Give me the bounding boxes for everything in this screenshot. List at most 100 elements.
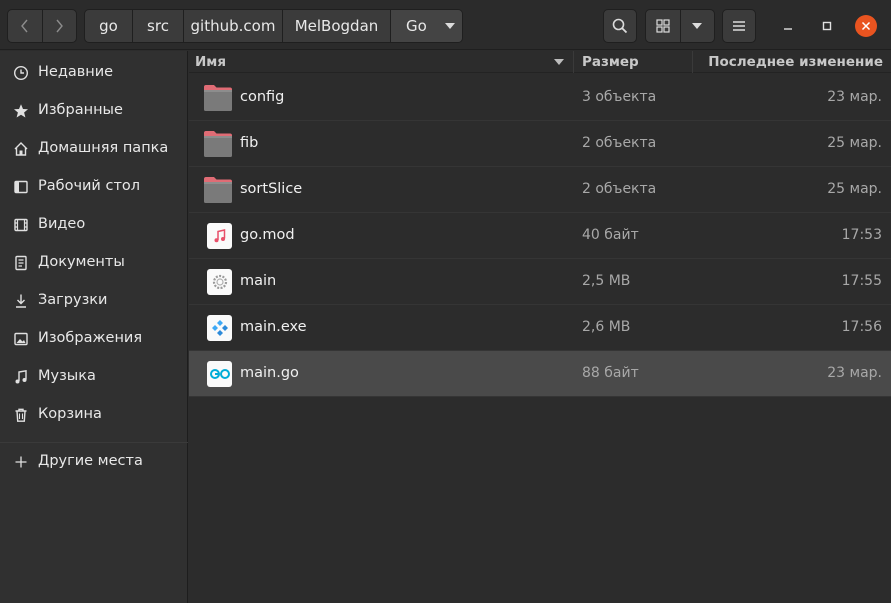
folder-icon bbox=[204, 177, 232, 203]
chevron-left-icon bbox=[20, 19, 28, 33]
hamburger-menu-icon bbox=[733, 21, 745, 31]
column-header-size[interactable]: Размер bbox=[582, 54, 639, 70]
maximize-icon bbox=[822, 21, 832, 31]
folder-icon bbox=[204, 85, 232, 111]
file-name: fib bbox=[240, 135, 259, 151]
file-row-main-exe[interactable]: main.exe 2,6 MB 17:56 bbox=[189, 305, 891, 351]
sidebar-item-label: Корзина bbox=[38, 406, 102, 422]
executable-gear-icon bbox=[207, 269, 232, 295]
file-name: main.go bbox=[240, 365, 299, 381]
minimize-button[interactable] bbox=[777, 15, 799, 37]
sidebar-item-downloads[interactable]: Загрузки bbox=[0, 281, 188, 319]
file-list-view: Имя Размер Последнее изменение config 3 … bbox=[189, 51, 891, 603]
file-modified: 17:56 bbox=[841, 319, 882, 335]
sidebar-item-desktop[interactable]: Рабочий стол bbox=[0, 167, 188, 205]
sidebar-item-label: Домашняя папка bbox=[38, 140, 169, 156]
back-button[interactable] bbox=[8, 10, 42, 42]
sidebar-item-label: Видео bbox=[38, 216, 86, 232]
breadcrumb-item-github[interactable]: github.com bbox=[183, 10, 282, 42]
audio-file-icon bbox=[207, 223, 232, 249]
file-modified: 25 мар. bbox=[827, 181, 882, 197]
file-name: main bbox=[240, 273, 277, 289]
file-row-fib[interactable]: fib 2 объекта 25 мар. bbox=[189, 121, 891, 167]
file-name: sortSlice bbox=[240, 181, 303, 197]
column-divider[interactable] bbox=[573, 51, 574, 73]
sidebar-item-label: Другие места bbox=[38, 453, 143, 469]
file-name: go.mod bbox=[240, 227, 295, 243]
file-size: 2 объекта bbox=[582, 181, 657, 197]
file-row-main-go[interactable]: main.go 88 байт 23 мар. bbox=[189, 351, 891, 397]
column-divider[interactable] bbox=[692, 51, 693, 73]
file-row-config[interactable]: config 3 объекта 23 мар. bbox=[189, 75, 891, 121]
maximize-button[interactable] bbox=[816, 15, 838, 37]
sidebar-item-label: Документы bbox=[38, 254, 125, 270]
column-header-name[interactable]: Имя bbox=[195, 54, 226, 70]
file-size: 2,5 MB bbox=[582, 273, 631, 289]
sidebar-item-label: Избранные bbox=[38, 102, 123, 118]
breadcrumb-item-melbogdan[interactable]: MelBogdan bbox=[282, 10, 390, 42]
sidebar-item-label: Загрузки bbox=[38, 292, 108, 308]
file-modified: 23 мар. bbox=[827, 89, 882, 105]
sidebar-item-label: Рабочий стол bbox=[38, 178, 141, 194]
breadcrumb-item-go[interactable]: go bbox=[85, 10, 132, 42]
file-row-gomod[interactable]: go.mod 40 байт 17:53 bbox=[189, 213, 891, 259]
view-options-button[interactable] bbox=[679, 10, 715, 42]
breadcrumb: go src github.com MelBogdan Go bbox=[84, 9, 463, 43]
view-toggle-group bbox=[645, 9, 715, 43]
file-size: 2,6 MB bbox=[582, 319, 631, 335]
sidebar-item-recent[interactable]: Недавние bbox=[0, 53, 188, 91]
home-icon bbox=[12, 140, 30, 158]
sidebar-item-music[interactable]: Музыка bbox=[0, 357, 188, 395]
sidebar-item-label: Музыка bbox=[38, 368, 96, 384]
forward-button[interactable] bbox=[41, 10, 77, 42]
breadcrumb-item-src[interactable]: src bbox=[132, 10, 183, 42]
plus-icon bbox=[12, 453, 30, 471]
column-header-modified[interactable]: Последнее изменение bbox=[708, 54, 883, 70]
grid-view-button[interactable] bbox=[646, 10, 680, 42]
sort-descending-icon[interactable] bbox=[554, 59, 564, 65]
file-size: 88 байт bbox=[582, 365, 639, 381]
caret-down-icon bbox=[444, 23, 455, 29]
file-modified: 17:53 bbox=[841, 227, 882, 243]
file-size: 3 объекта bbox=[582, 89, 657, 105]
file-row-main[interactable]: main 2,5 MB 17:55 bbox=[189, 259, 891, 305]
sidebar-item-videos[interactable]: Видео bbox=[0, 205, 188, 243]
grid-icon bbox=[656, 19, 670, 33]
clock-icon bbox=[12, 64, 30, 82]
sidebar-item-pictures[interactable]: Изображения bbox=[0, 319, 188, 357]
close-icon bbox=[855, 15, 877, 37]
file-row-sortslice[interactable]: sortSlice 2 объекта 25 мар. bbox=[189, 167, 891, 213]
windows-exe-icon bbox=[207, 315, 232, 341]
file-size: 2 объекта bbox=[582, 135, 657, 151]
search-icon bbox=[612, 18, 628, 34]
close-button[interactable] bbox=[855, 15, 877, 37]
file-size: 40 байт bbox=[582, 227, 639, 243]
sidebar-item-documents[interactable]: Документы bbox=[0, 243, 188, 281]
breadcrumb-item-current[interactable]: Go bbox=[390, 10, 462, 42]
file-modified: 17:55 bbox=[841, 273, 882, 289]
file-modified: 23 мар. bbox=[827, 365, 882, 381]
sidebar: Недавние Избранные Домашняя папка Рабочи… bbox=[0, 51, 188, 603]
navigation-buttons bbox=[7, 9, 77, 43]
sidebar-item-trash[interactable]: Корзина bbox=[0, 395, 188, 433]
header-bar: go src github.com MelBogdan Go bbox=[0, 0, 891, 50]
search-button[interactable] bbox=[603, 9, 637, 43]
file-modified: 25 мар. bbox=[827, 135, 882, 151]
star-icon bbox=[12, 102, 30, 120]
minimize-icon bbox=[784, 28, 792, 30]
column-header-row: Имя Размер Последнее изменение bbox=[189, 51, 891, 73]
sidebar-item-starred[interactable]: Избранные bbox=[0, 91, 188, 129]
desktop-icon bbox=[12, 178, 30, 196]
sidebar-item-label: Недавние bbox=[38, 64, 114, 80]
sidebar-item-label: Изображения bbox=[38, 330, 143, 346]
go-file-icon bbox=[207, 361, 232, 387]
file-name: main.exe bbox=[240, 319, 307, 335]
sidebar-item-home[interactable]: Домашняя папка bbox=[0, 129, 188, 167]
sidebar-item-other-locations[interactable]: Другие места bbox=[0, 442, 188, 480]
document-icon bbox=[12, 254, 30, 272]
video-icon bbox=[12, 216, 30, 234]
folder-icon bbox=[204, 131, 232, 157]
trash-icon bbox=[12, 406, 30, 424]
music-icon bbox=[12, 368, 30, 386]
menu-button[interactable] bbox=[722, 9, 756, 43]
